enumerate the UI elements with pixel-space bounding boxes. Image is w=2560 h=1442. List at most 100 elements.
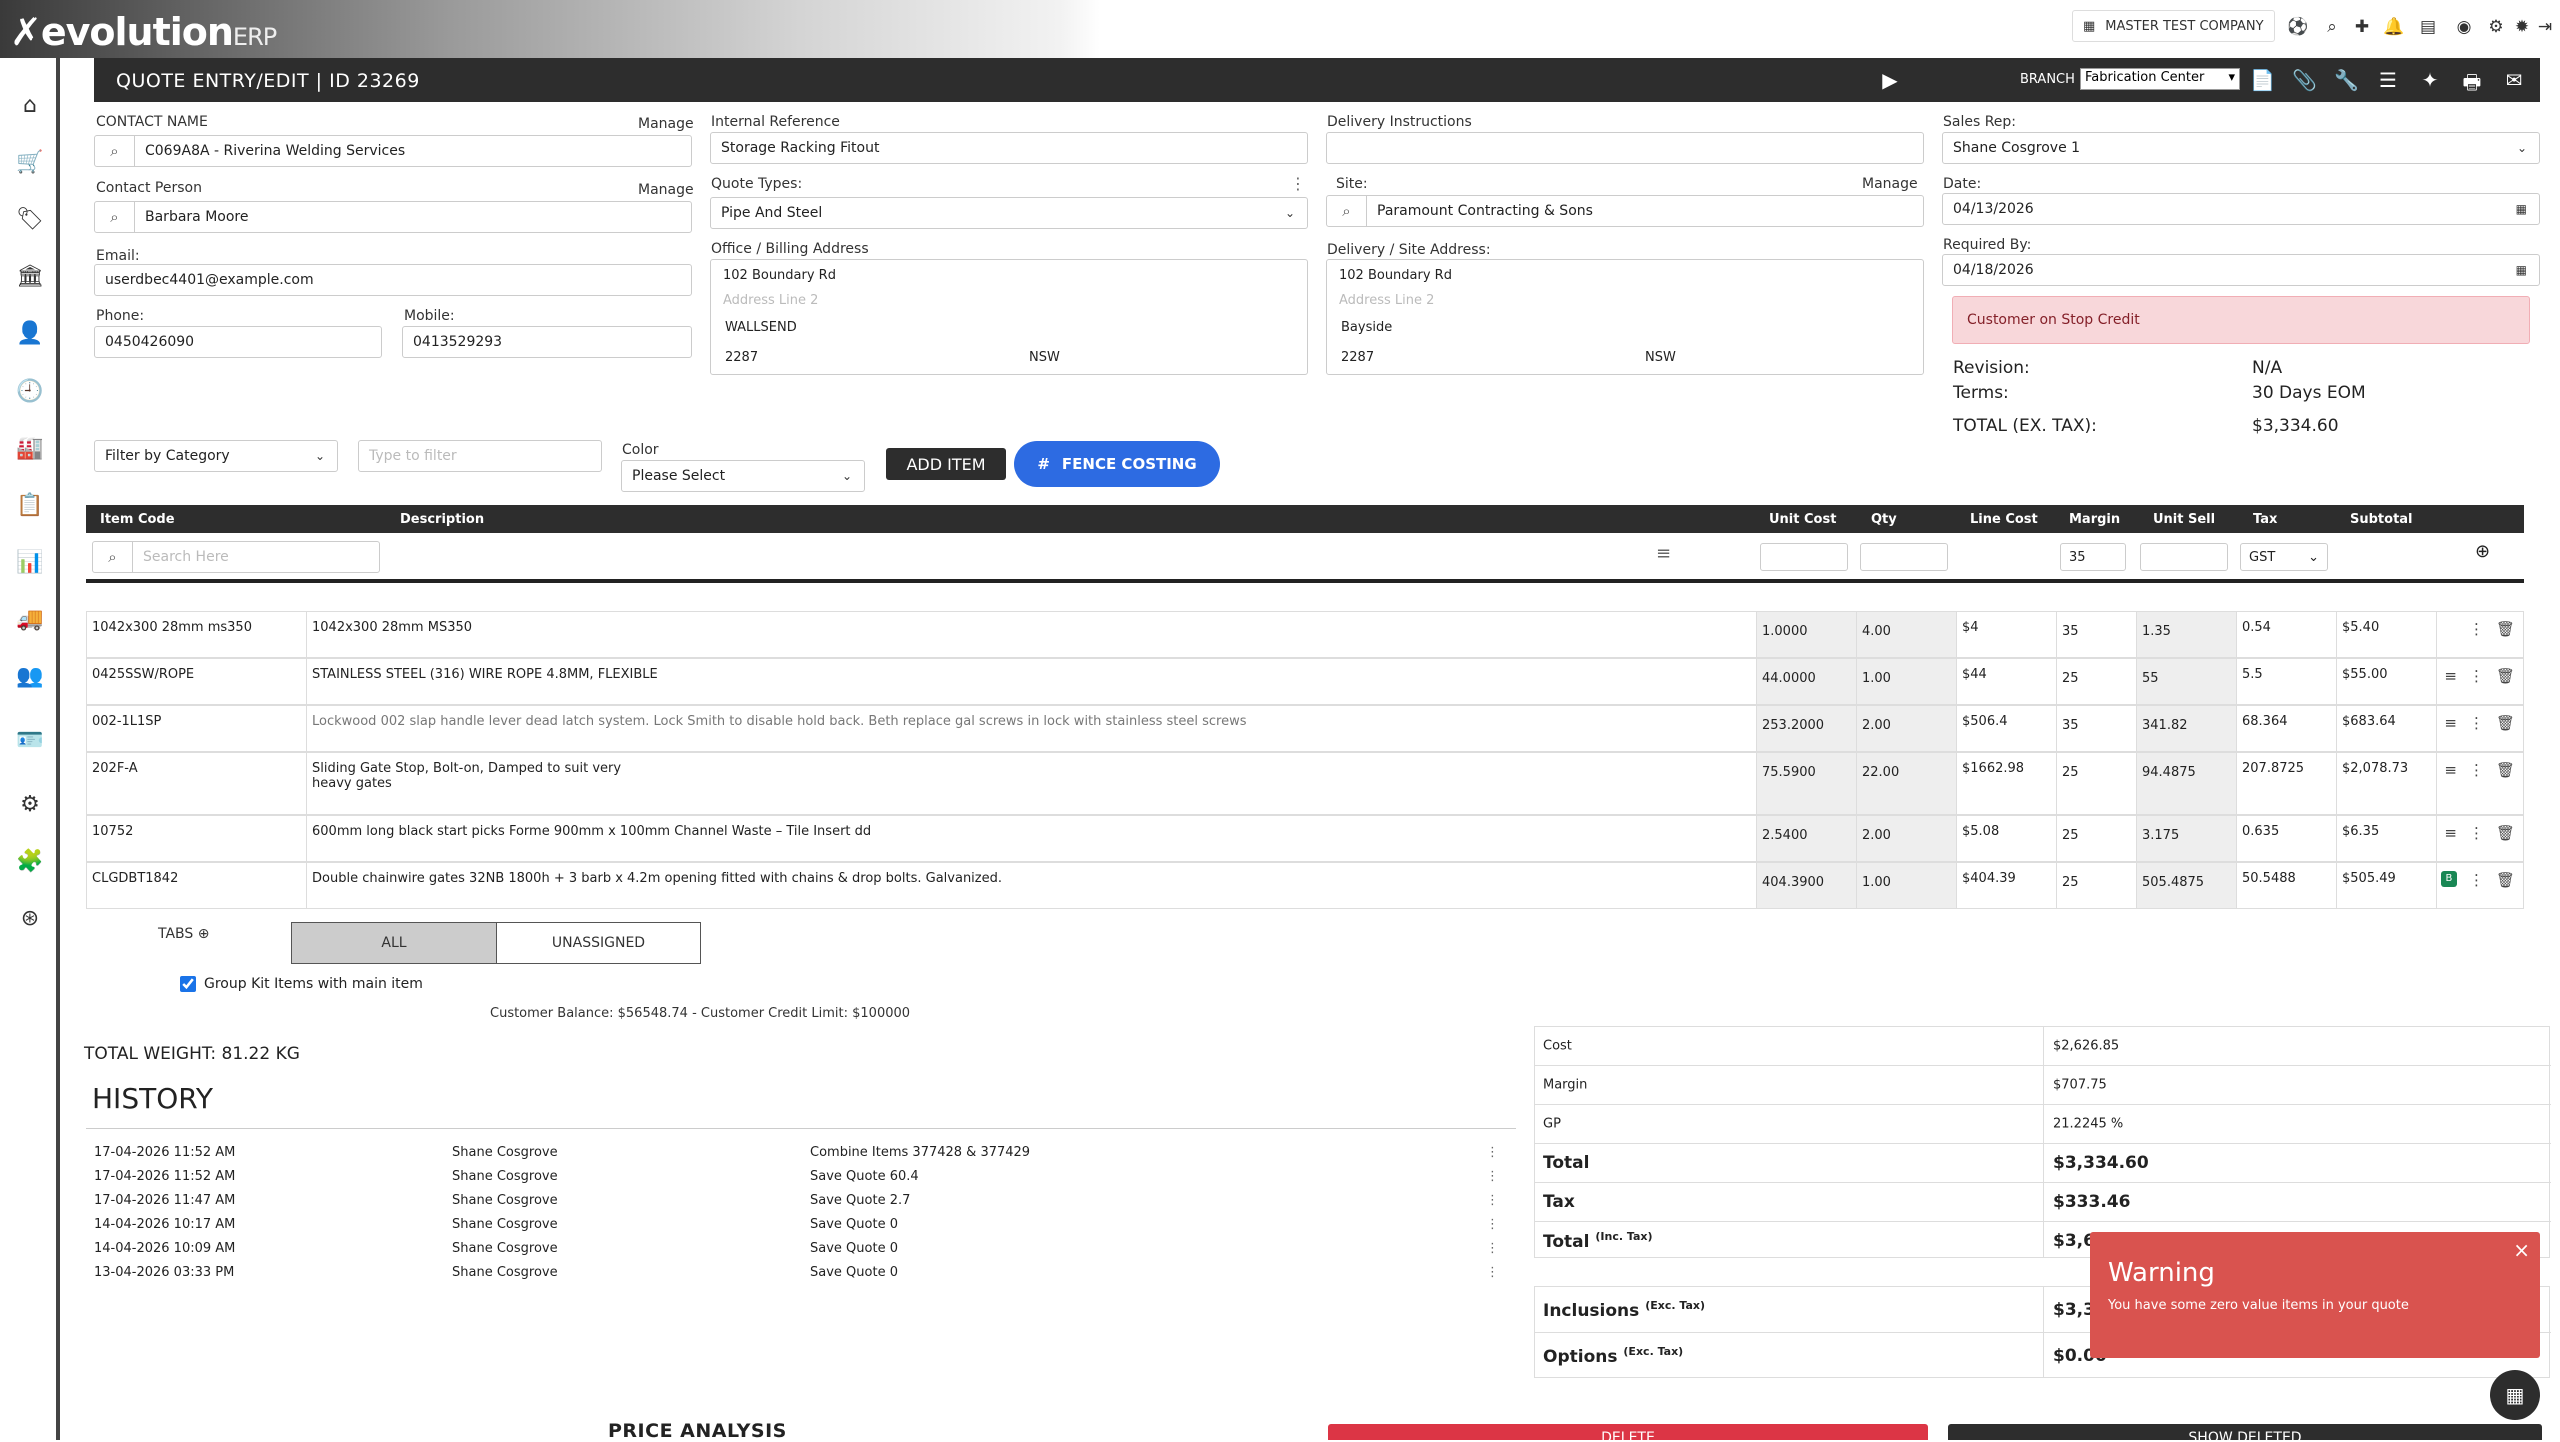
cell-subtotal[interactable]: $683.64 bbox=[2337, 706, 2437, 751]
item-search-input[interactable]: ⌕ Search Here bbox=[92, 541, 380, 573]
kebab-icon[interactable]: ⋮ bbox=[2469, 824, 2484, 842]
fence-costing-button[interactable]: # FENCE COSTING bbox=[1014, 441, 1220, 487]
kebab-icon[interactable]: ⋮ bbox=[1486, 1145, 1499, 1160]
cell-qty[interactable]: 4.00 bbox=[1857, 612, 1957, 657]
kebab-icon[interactable]: ⋮ bbox=[1486, 1217, 1499, 1232]
cell-lcost[interactable]: $44 bbox=[1957, 659, 2057, 704]
cell-code[interactable]: 1042x300 28mm ms350 bbox=[87, 612, 307, 657]
cell-tax[interactable]: 207.8725 bbox=[2237, 753, 2337, 814]
sales-rep-select[interactable]: Shane Cosgrove 1 ⌄ bbox=[1942, 132, 2540, 164]
cell-margin[interactable]: 25 bbox=[2057, 863, 2137, 908]
cell-code[interactable]: 002-1L1SP bbox=[87, 706, 307, 751]
table-row[interactable]: 10752 600mm long black start picks Forme … bbox=[86, 815, 2524, 862]
entry-tax-select[interactable]: GST ⌄ bbox=[2240, 543, 2328, 571]
delivery-city[interactable]: Bayside bbox=[1341, 320, 1392, 335]
bar-chart-icon[interactable]: 📊 bbox=[16, 549, 44, 577]
tab-all[interactable]: ALL bbox=[291, 922, 497, 964]
trash-icon[interactable]: 🗑 bbox=[2496, 871, 2515, 889]
billing-postcode[interactable]: 2287 bbox=[725, 350, 758, 365]
entry-qty[interactable] bbox=[1860, 543, 1948, 571]
contact-name-input[interactable]: ⌕ C069A8A - Riverina Welding Services bbox=[94, 135, 692, 167]
billing-city[interactable]: WALLSEND bbox=[725, 320, 797, 335]
cell-usell[interactable]: 3.175 bbox=[2137, 816, 2237, 861]
cell-usell[interactable]: 55 bbox=[2137, 659, 2237, 704]
contact-manage-link[interactable]: Manage bbox=[638, 116, 694, 132]
paperclip-icon[interactable]: 📎 bbox=[2292, 68, 2317, 92]
cell-ucost[interactable]: 75.5900 bbox=[1757, 753, 1857, 814]
delivery-address-box[interactable]: 102 Boundary Rd Address Line 2 Bayside 2… bbox=[1326, 259, 1924, 375]
site-input[interactable]: ⌕ Paramount Contracting & Sons bbox=[1326, 195, 1924, 227]
cart-icon[interactable]: 🛒 bbox=[16, 149, 44, 177]
cell-margin[interactable]: 25 bbox=[2057, 753, 2137, 814]
settings-icon[interactable]: ⚙ bbox=[2485, 16, 2507, 38]
trash-icon[interactable]: 🗑 bbox=[2496, 667, 2515, 685]
cell-usell[interactable]: 94.4875 bbox=[2137, 753, 2237, 814]
close-icon[interactable]: × bbox=[2513, 1238, 2530, 1262]
cell-desc[interactable]: Sliding Gate Stop, Bolt-on, Damped to su… bbox=[307, 753, 1757, 814]
cell-qty[interactable]: 2.00 bbox=[1857, 816, 1957, 861]
kebab-icon[interactable]: ⋮ bbox=[1290, 174, 1306, 193]
trash-icon[interactable]: 🗑 bbox=[2496, 620, 2515, 638]
cell-lcost[interactable]: $5.08 bbox=[1957, 816, 2057, 861]
tab-unassigned[interactable]: UNASSIGNED bbox=[496, 922, 701, 964]
trash-icon[interactable]: 🗑 bbox=[2496, 824, 2515, 842]
billing-state[interactable]: NSW bbox=[1029, 350, 1060, 365]
cell-desc[interactable]: Lockwood 002 slap handle lever dead latc… bbox=[307, 706, 1757, 751]
group-kit-checkbox[interactable] bbox=[180, 976, 196, 992]
cell-subtotal[interactable]: $6.35 bbox=[2337, 816, 2437, 861]
soccer-ball-icon[interactable]: ⚽ bbox=[2287, 16, 2309, 38]
app-logo[interactable]: ✗evolutionERP bbox=[10, 10, 277, 54]
cell-subtotal[interactable]: $55.00 bbox=[2337, 659, 2437, 704]
user-circle-icon[interactable]: ◉ bbox=[2453, 16, 2475, 38]
factory-icon[interactable]: 🏭 bbox=[16, 435, 44, 463]
cell-tax[interactable]: 5.5 bbox=[2237, 659, 2337, 704]
delivery-line2[interactable]: Address Line 2 bbox=[1339, 293, 1434, 308]
list-icon[interactable]: ☰ bbox=[2376, 68, 2400, 92]
entry-unit-sell[interactable] bbox=[2140, 543, 2228, 571]
user-tie-icon[interactable]: 👤 bbox=[16, 320, 44, 348]
show-deleted-button[interactable]: SHOW DELETED bbox=[1948, 1424, 2542, 1440]
mobile-field[interactable]: 0413529293 bbox=[402, 326, 692, 358]
cell-code[interactable]: CLGDBT1842 bbox=[87, 863, 307, 908]
delivery-instructions-input[interactable] bbox=[1326, 132, 1924, 164]
kebab-icon[interactable]: ⋮ bbox=[2469, 667, 2484, 685]
users-icon[interactable]: 👥 bbox=[16, 663, 44, 691]
notes-icon[interactable]: ≡ bbox=[2444, 824, 2457, 842]
date-input[interactable]: 04/13/2026 ▦ bbox=[1942, 193, 2540, 225]
cell-lcost[interactable]: $404.39 bbox=[1957, 863, 2057, 908]
puzzle-icon[interactable]: ✚ bbox=[2351, 16, 2373, 38]
cell-ucost[interactable]: 1.0000 bbox=[1757, 612, 1857, 657]
email-field[interactable]: userdbec4401@example.com bbox=[94, 264, 692, 296]
cell-ucost[interactable]: 2.5400 bbox=[1757, 816, 1857, 861]
notes-icon[interactable]: ≡ bbox=[2444, 667, 2457, 685]
trash-icon[interactable]: 🗑 bbox=[2496, 761, 2515, 779]
cell-subtotal[interactable]: $5.40 bbox=[2337, 612, 2437, 657]
table-row[interactable]: 0425SSW/ROPE STAINLESS STEEL (316) WIRE R… bbox=[86, 658, 2524, 705]
cell-usell[interactable]: 1.35 bbox=[2137, 612, 2237, 657]
site-manage-link[interactable]: Manage bbox=[1862, 176, 1918, 192]
quote-types-select[interactable]: Pipe And Steel ⌄ bbox=[710, 197, 1308, 229]
cell-lcost[interactable]: $1662.98 bbox=[1957, 753, 2057, 814]
cell-lcost[interactable]: $506.4 bbox=[1957, 706, 2057, 751]
cell-usell[interactable]: 341.82 bbox=[2137, 706, 2237, 751]
cell-code[interactable]: 202F-A bbox=[87, 753, 307, 814]
cell-tax[interactable]: 0.54 bbox=[2237, 612, 2337, 657]
add-row-icon[interactable]: ⊕ bbox=[2475, 541, 2490, 562]
cell-desc[interactable]: 1042x300 28mm MS350 bbox=[307, 612, 1757, 657]
kebab-icon[interactable]: ⋮ bbox=[2469, 871, 2484, 889]
cell-qty[interactable]: 1.00 bbox=[1857, 863, 1957, 908]
clipboard-check-icon[interactable]: 📋 bbox=[16, 492, 44, 520]
cell-usell[interactable]: 505.4875 bbox=[2137, 863, 2237, 908]
trash-icon[interactable]: 🗑 bbox=[2496, 714, 2515, 732]
add-item-button[interactable]: ADD ITEM bbox=[886, 448, 1006, 480]
cell-qty[interactable]: 22.00 bbox=[1857, 753, 1957, 814]
puzzle-piece-icon[interactable]: 🧩 bbox=[16, 848, 44, 876]
cell-ucost[interactable]: 44.0000 bbox=[1757, 659, 1857, 704]
billing-line1[interactable]: 102 Boundary Rd bbox=[723, 268, 836, 283]
table-row[interactable]: 1042x300 28mm ms350 1042x300 28mm MS350 1.… bbox=[86, 611, 2524, 658]
calendar-icon[interactable]: ▤ bbox=[2417, 16, 2439, 38]
contact-person-input[interactable]: ⌕ Barbara Moore bbox=[94, 201, 692, 233]
kebab-icon[interactable]: ⋮ bbox=[1486, 1169, 1499, 1184]
cell-margin[interactable]: 25 bbox=[2057, 816, 2137, 861]
kit-badge-icon[interactable]: B bbox=[2440, 871, 2457, 887]
